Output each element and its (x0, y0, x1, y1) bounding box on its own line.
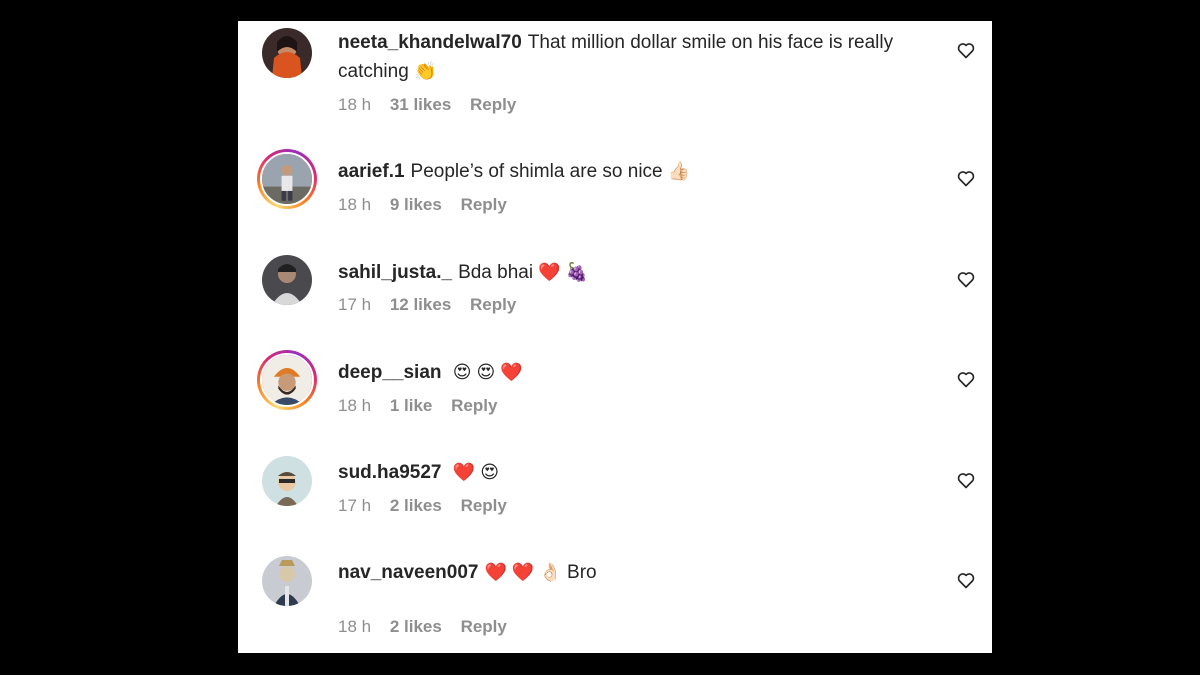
heart-outline-icon[interactable] (956, 470, 976, 490)
comment-time: 17 h (338, 295, 372, 314)
comment-time: 18 h (338, 617, 372, 636)
heart-outline-icon[interactable] (956, 168, 976, 188)
comment-text: sud.ha9527 ❤️ 😍 (338, 458, 918, 487)
comment-time: 18 h (338, 95, 372, 114)
comment-body: Bda bhai (458, 262, 534, 283)
comment-emojis: 👏 (414, 61, 437, 81)
comment-emojis: ❤️ ❤️ 👌🏻 (484, 562, 562, 582)
heart-outline-icon[interactable] (956, 570, 976, 590)
comment-text: deep__sian 😍 😍 ❤️ (338, 358, 918, 387)
comment-username[interactable]: sud.ha9527 (338, 462, 442, 483)
reply-button[interactable]: Reply (470, 295, 516, 314)
comment-username[interactable]: neeta_khandelwal70 (338, 32, 522, 53)
comment-likes[interactable]: 9 likes (390, 195, 442, 214)
comment-body: Bro (567, 562, 597, 583)
reply-button[interactable]: Reply (461, 496, 507, 515)
comment-emojis: 👍🏻 (667, 161, 691, 181)
comment-time: 18 h (338, 396, 372, 415)
avatar[interactable] (257, 149, 317, 209)
comment-meta: 18 h 31 likes Reply (338, 95, 530, 115)
avatar[interactable] (262, 28, 312, 78)
comment-time: 17 h (338, 496, 372, 515)
avatar[interactable] (262, 456, 312, 506)
comment-meta: 17 h 2 likes Reply (338, 496, 521, 516)
comment-text: aarief.1 People’s of shimla are so nice 👍… (338, 157, 918, 186)
avatar[interactable] (257, 350, 317, 410)
reply-button[interactable]: Reply (470, 95, 516, 114)
reply-button[interactable]: Reply (461, 195, 507, 214)
comment-likes[interactable]: 2 likes (390, 617, 442, 636)
comment-meta: 18 h 9 likes Reply (338, 195, 521, 215)
comment-body: People’s of shimla are so nice (410, 161, 663, 182)
heart-outline-icon[interactable] (956, 269, 976, 289)
comment-username[interactable]: deep__sian (338, 362, 442, 383)
comment-time: 18 h (338, 195, 372, 214)
comments-panel: neeta_khandelwal70 That million dollar sm… (238, 21, 992, 653)
comment-username[interactable]: nav_naveen007 (338, 562, 479, 583)
comment-text: sahil_justa._ Bda bhai ❤️ 🍇 (338, 258, 918, 287)
comment-text: nav_naveen007 ❤️ ❤️ 👌🏻 Bro (338, 558, 918, 587)
comment-emojis: 😍 😍 ❤️ (452, 362, 523, 382)
comment-likes[interactable]: 2 likes (390, 496, 442, 515)
comment-meta: 18 h 2 likes Reply (338, 617, 521, 637)
comment-likes[interactable]: 31 likes (390, 95, 451, 114)
comment-meta: 17 h 12 likes Reply (338, 295, 530, 315)
comment-text: neeta_khandelwal70 That million dollar sm… (338, 29, 918, 86)
avatar[interactable] (262, 556, 312, 606)
comment-likes[interactable]: 12 likes (390, 295, 451, 314)
comment-emojis: ❤️ 😍 (452, 462, 499, 482)
heart-outline-icon[interactable] (956, 369, 976, 389)
comment-username[interactable]: sahil_justa._ (338, 262, 452, 283)
reply-button[interactable]: Reply (461, 617, 507, 636)
comment-meta: 18 h 1 like Reply (338, 396, 511, 416)
comment-emojis: ❤️ 🍇 (538, 262, 589, 282)
heart-outline-icon[interactable] (956, 40, 976, 60)
comment-username[interactable]: aarief.1 (338, 161, 405, 182)
reply-button[interactable]: Reply (451, 396, 497, 415)
comment-likes[interactable]: 1 like (390, 396, 433, 415)
avatar[interactable] (262, 255, 312, 305)
